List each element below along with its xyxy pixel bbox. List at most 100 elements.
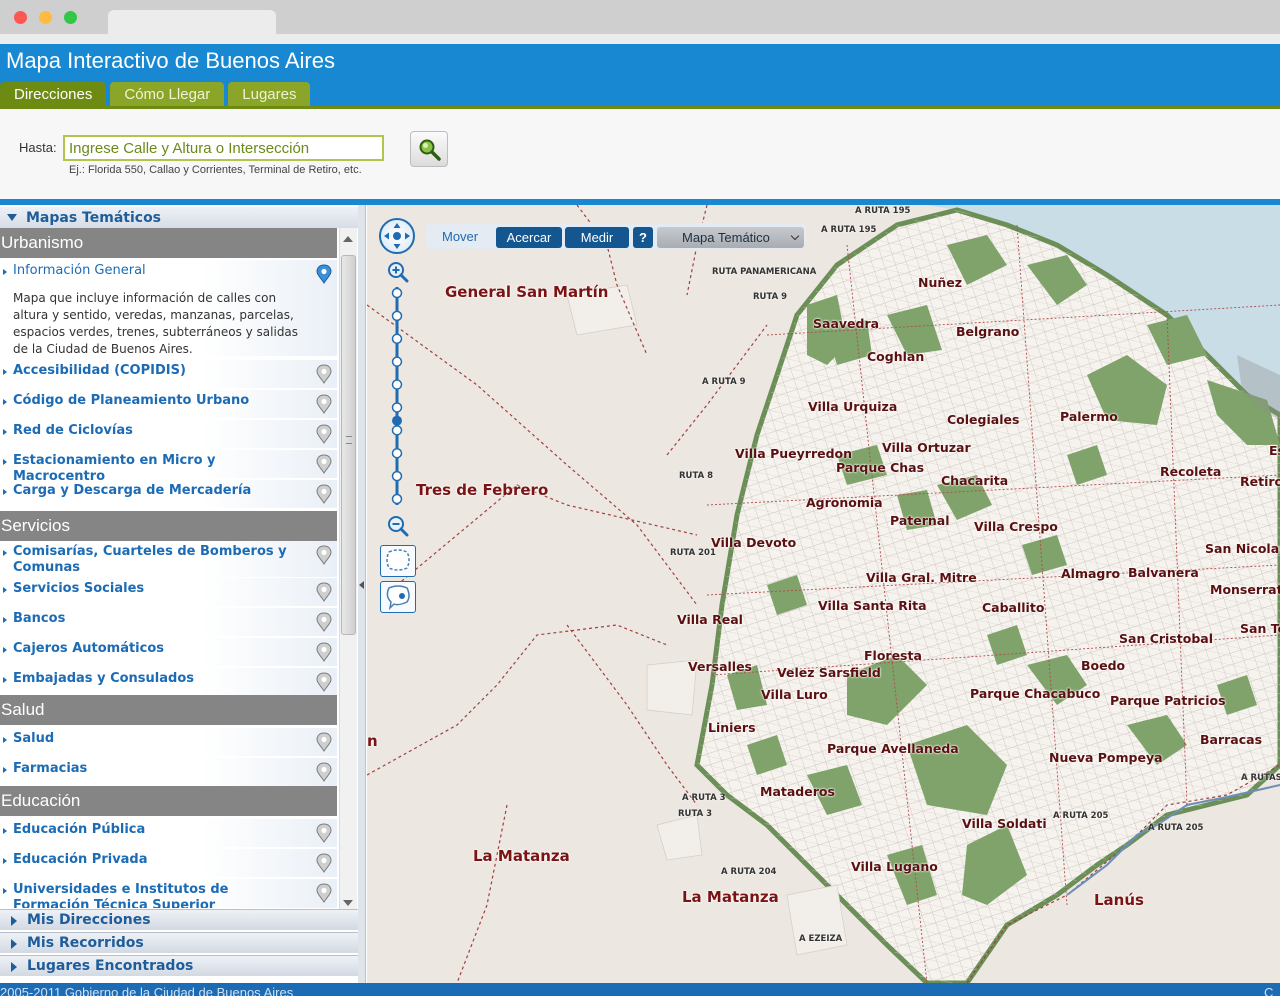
theme-item-label[interactable]: Información General xyxy=(13,263,298,279)
theme-item-label[interactable]: Código de Planeamiento Urbano xyxy=(13,393,298,409)
zoom-in-magnifier-icon[interactable] xyxy=(387,261,409,283)
theme-item-label[interactable]: Carga y Descarga de Mercadería xyxy=(13,483,298,499)
theme-item-label[interactable]: Farmacias xyxy=(13,761,298,777)
accordion-lugares-encontrados[interactable]: Lugares Encontrados xyxy=(0,955,358,976)
pan-arrows-icon xyxy=(384,223,410,249)
bullet-arrow-icon xyxy=(3,550,7,556)
theme-item[interactable]: Educación Privada xyxy=(0,849,337,877)
theme-item[interactable]: Código de Planeamiento Urbano xyxy=(0,390,337,418)
map-pin-icon[interactable] xyxy=(316,762,332,782)
road-label: A RUTA 195 xyxy=(855,206,911,216)
theme-item[interactable]: Información General Mapa que incluye info… xyxy=(0,260,337,356)
address-search-input[interactable] xyxy=(63,135,384,161)
map-pin-icon[interactable] xyxy=(316,612,332,632)
map-label: Villa Soldati xyxy=(962,816,1047,831)
theme-item-label[interactable]: Educación Privada xyxy=(13,852,298,868)
theme-item-label[interactable]: Salud xyxy=(13,731,298,747)
info-bubble-tool[interactable] xyxy=(380,581,416,613)
move-button[interactable]: Mover xyxy=(432,227,488,247)
theme-item-label[interactable]: Universidades e Institutos de Formación … xyxy=(13,882,298,908)
zoom-level-tick[interactable] xyxy=(391,470,403,482)
theme-item[interactable]: Embajadas y Consulados xyxy=(0,668,337,696)
browser-tab[interactable] xyxy=(108,10,276,40)
scroll-thumb[interactable] xyxy=(341,255,356,635)
theme-item-label[interactable]: Red de Ciclovías xyxy=(13,423,298,439)
map-view[interactable]: General San Martín Tres de Febrero La Ma… xyxy=(367,205,1280,983)
zoom-in-tool-button[interactable]: Acercar xyxy=(496,227,562,248)
thematic-map-select[interactable]: Mapa Temático xyxy=(657,227,804,248)
window-zoom-button[interactable] xyxy=(64,11,77,24)
map-pin-icon[interactable] xyxy=(316,853,332,873)
zoom-level-tick[interactable] xyxy=(391,287,403,299)
theme-item[interactable]: Carga y Descarga de Mercadería xyxy=(0,480,337,508)
theme-item-label[interactable]: Servicios Sociales xyxy=(13,581,298,597)
theme-item-label[interactable]: Educación Pública xyxy=(13,822,298,838)
road-label: RUTA 3 xyxy=(678,809,713,819)
zoom-box-tool[interactable] xyxy=(380,545,416,577)
theme-item-label[interactable]: Bancos xyxy=(13,611,298,627)
collapsed-triangle-icon xyxy=(11,962,17,972)
theme-item[interactable]: Universidades e Institutos de Formación … xyxy=(0,879,337,908)
map-label: Parque Chas xyxy=(836,460,925,475)
theme-item[interactable]: Farmacias xyxy=(0,758,337,786)
map-pin-icon[interactable] xyxy=(316,364,332,384)
map-pin-icon[interactable] xyxy=(316,484,332,504)
map-pin-icon[interactable] xyxy=(316,732,332,752)
window-close-button[interactable] xyxy=(14,11,27,24)
window-minimize-button[interactable] xyxy=(39,11,52,24)
map-pin-icon[interactable] xyxy=(316,454,332,474)
theme-item[interactable]: Educación Pública xyxy=(0,819,337,847)
help-button[interactable]: ? xyxy=(633,227,653,248)
tab-lugares[interactable]: Lugares xyxy=(228,82,311,106)
theme-item[interactable]: Bancos xyxy=(0,608,337,636)
themes-accordion-header[interactable]: Mapas Temáticos xyxy=(0,207,360,228)
map-pin-icon[interactable] xyxy=(316,394,332,414)
map-pin-icon[interactable] xyxy=(316,883,332,903)
theme-item-label[interactable]: Cajeros Automáticos xyxy=(13,641,298,657)
theme-item-description: Mapa que incluye información de calles c… xyxy=(13,291,299,356)
theme-item-label[interactable]: Embajadas y Consulados xyxy=(13,671,298,687)
theme-item[interactable]: Salud xyxy=(0,728,337,756)
map-pin-icon[interactable] xyxy=(316,672,332,692)
theme-item[interactable]: Estacionamiento en Micro y Macrocentro xyxy=(0,450,337,484)
collapsed-triangle-icon xyxy=(11,916,17,926)
zoom-level-tick[interactable] xyxy=(391,447,403,459)
measure-button[interactable]: Medir xyxy=(565,227,629,248)
map-pin-icon[interactable] xyxy=(316,582,332,602)
theme-item-label[interactable]: Comisarías, Cuarteles de Bomberos y Comu… xyxy=(13,544,298,576)
tab-como-llegar[interactable]: Cómo Llegar xyxy=(110,82,225,106)
map-pin-icon[interactable] xyxy=(316,545,332,565)
theme-item[interactable]: Comisarías, Cuarteles de Bomberos y Comu… xyxy=(0,541,337,577)
map-pin-icon[interactable] xyxy=(316,823,332,843)
zoom-level-tick[interactable] xyxy=(391,379,403,390)
map-pin-icon[interactable] xyxy=(316,642,332,662)
map-pin-icon[interactable] xyxy=(316,264,332,284)
theme-item[interactable]: Accesibilidad (COPIDIS) xyxy=(0,360,337,388)
tab-direcciones[interactable]: Direcciones xyxy=(0,82,107,106)
accordion-mis-direcciones[interactable]: Mis Direcciones xyxy=(0,909,358,930)
accordion-label: Mis Recorridos xyxy=(27,935,144,951)
zoom-level-tick[interactable] xyxy=(391,356,403,367)
sidebar-collapse-handle[interactable] xyxy=(358,205,366,983)
zoom-out-magnifier-icon[interactable] xyxy=(387,515,409,537)
theme-item[interactable]: Red de Ciclovías xyxy=(0,420,337,448)
zoom-level-tick[interactable] xyxy=(391,493,403,505)
accordion-mis-recorridos[interactable]: Mis Recorridos xyxy=(0,932,358,953)
bullet-arrow-icon xyxy=(3,587,7,593)
zoom-level-tick[interactable] xyxy=(391,333,403,345)
theme-item-label[interactable]: Accesibilidad (COPIDIS) xyxy=(13,363,298,379)
pan-control[interactable] xyxy=(379,218,415,254)
zoom-level-tick[interactable] xyxy=(391,402,403,413)
theme-list-scrollbar[interactable] xyxy=(339,228,357,910)
zoom-level-tick[interactable] xyxy=(391,425,403,436)
zoom-slider-knob[interactable] xyxy=(392,415,402,426)
scroll-down-arrow-icon[interactable] xyxy=(343,900,353,906)
map-pin-icon[interactable] xyxy=(316,424,332,444)
theme-item[interactable]: Servicios Sociales xyxy=(0,578,337,606)
search-button[interactable] xyxy=(410,131,448,167)
zoom-level-tick[interactable] xyxy=(391,310,403,322)
theme-item[interactable]: Cajeros Automáticos xyxy=(0,638,337,666)
map-label: Parque Patricios xyxy=(1110,693,1226,708)
zoom-slider[interactable] xyxy=(390,285,404,507)
scroll-up-arrow-icon[interactable] xyxy=(343,236,353,242)
